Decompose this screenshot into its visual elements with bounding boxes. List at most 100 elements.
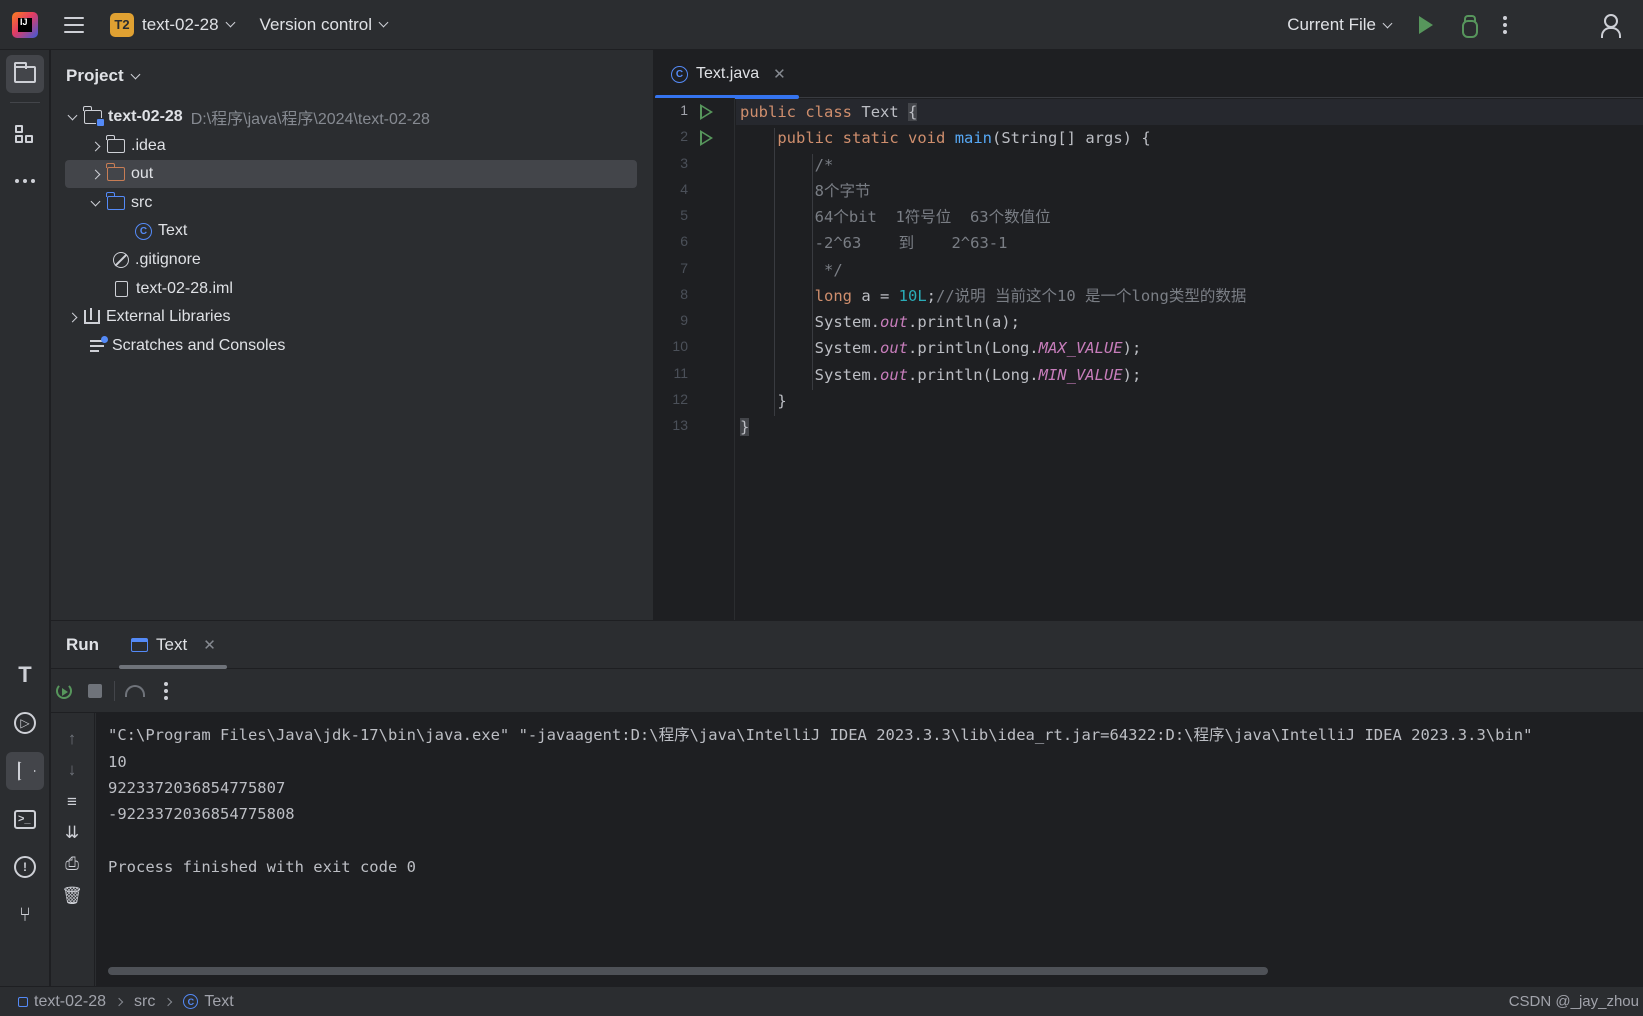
console-line: Process finished with exit code 0	[108, 858, 416, 876]
chevron-down-icon	[225, 17, 235, 28]
expand-arrow-icon[interactable]	[67, 110, 78, 120]
line-number: 5	[680, 207, 688, 223]
more-options-button[interactable]	[155, 680, 177, 702]
console-line: 10	[108, 753, 127, 771]
project-tool-button[interactable]	[6, 55, 44, 93]
run-tab-label: Text	[156, 635, 188, 654]
more-actions-icon[interactable]	[1503, 16, 1507, 34]
strip-divider	[10, 102, 40, 103]
tree-item-label: Text	[158, 222, 188, 239]
line-number: 10	[672, 338, 688, 354]
breadcrumb-project[interactable]: text-02-28	[34, 993, 106, 1011]
intellij-logo-icon: IJ	[12, 11, 38, 38]
project-switcher[interactable]: text-02-28	[142, 15, 235, 35]
collapse-arrow-icon[interactable]	[67, 312, 78, 322]
module-file-icon	[115, 281, 128, 297]
line-number: 12	[672, 391, 688, 407]
line-number: 7	[680, 260, 688, 276]
scroll-to-end-icon[interactable]: ⇊	[61, 822, 83, 844]
add-user-icon[interactable]	[1601, 14, 1623, 38]
close-icon[interactable]: ✕	[203, 636, 216, 654]
main-menu-icon[interactable]	[64, 16, 84, 33]
rerun-button[interactable]	[53, 680, 75, 702]
collapse-arrow-icon[interactable]	[90, 169, 101, 179]
code-line-11: System.out.println(Long.MIN_VALUE);	[814, 366, 1142, 384]
print-icon[interactable]: ⎙	[61, 853, 83, 875]
run-icon[interactable]	[1419, 16, 1433, 34]
line-number: 11	[673, 365, 688, 381]
scratches-icon	[90, 336, 108, 353]
project-panel-header[interactable]: Project	[66, 66, 141, 86]
tree-item-label: out	[131, 165, 154, 182]
run-tab-text[interactable]: Text ✕	[119, 621, 227, 669]
tool-window-strip: T ▷ >_ ! ⑂	[0, 50, 50, 986]
expand-arrow-icon[interactable]	[90, 196, 101, 206]
soft-wrap-icon[interactable]: ≡	[61, 791, 83, 813]
structure-tool-button[interactable]	[6, 116, 44, 154]
tree-root[interactable]: text-02-28 D:\程序\java\程序\2024\text-02-28	[65, 103, 637, 131]
tree-item-label: External Libraries	[106, 308, 231, 325]
vcs-menu[interactable]: Version control	[259, 14, 389, 35]
toolbar-divider	[114, 681, 115, 701]
stop-icon	[88, 684, 102, 698]
java-class-icon: C	[671, 65, 688, 83]
tree-item-scratches[interactable]: Scratches and Consoles	[65, 332, 637, 360]
line-number: 3	[680, 155, 688, 171]
run-config-selector[interactable]: Current File	[1287, 15, 1393, 35]
java-class-icon: C	[183, 994, 199, 1009]
debug-icon[interactable]	[1459, 15, 1478, 38]
console-side-toolbar: ↑ ↓ ≡ ⇊ ⎙ 🗑	[51, 713, 95, 987]
gauge-icon	[125, 685, 145, 697]
tree-item-src[interactable]: src	[65, 189, 637, 217]
tree-item-out[interactable]: out	[65, 160, 637, 188]
line-number: 2	[680, 128, 688, 144]
status-bar: text-02-28 src C Text CSDN @_jay_zhou	[0, 986, 1643, 1016]
horizontal-scrollbar[interactable]	[108, 967, 1268, 975]
module-folder-icon	[83, 106, 105, 127]
problems-tool-button[interactable]: !	[6, 848, 44, 886]
code-area[interactable]: public class Text { public static void m…	[736, 98, 1643, 620]
run-panel: Run Text ✕ ↑ ↓ ≡ ⇊ ⎙ 🗑 "C:\Program Files…	[51, 620, 1643, 987]
library-icon	[84, 308, 100, 324]
code-line-6: -2^63 到 2^63-1	[814, 234, 1008, 252]
scroll-down-icon[interactable]: ↓	[61, 759, 83, 781]
console-line: "C:\Program Files\Java\jdk-17\bin\java.e…	[108, 726, 1533, 744]
editor-tab-text-java[interactable]: C Text.java ✕	[655, 50, 799, 99]
run-gutter-icon[interactable]	[700, 104, 713, 120]
git-branch-icon: ⑂	[19, 903, 31, 926]
code-line-13: }	[740, 418, 750, 436]
collapse-arrow-icon[interactable]	[90, 141, 101, 151]
run-panel-title: Run	[66, 635, 100, 654]
vcs-menu-label: Version control	[259, 14, 372, 34]
code-line-3: /*	[814, 156, 834, 174]
more-tools-button[interactable]	[6, 162, 44, 200]
tree-item-text-class[interactable]: C Text	[65, 217, 637, 245]
git-tool-button[interactable]: ⑂	[6, 896, 44, 934]
build-tool-button[interactable]: T	[6, 656, 44, 694]
close-icon[interactable]: ✕	[773, 65, 786, 83]
run-gutter-icon[interactable]	[700, 130, 713, 146]
terminal-tool-button[interactable]: >_	[6, 800, 44, 838]
breadcrumb-text[interactable]: Text	[204, 993, 233, 1011]
run-tool-button[interactable]	[6, 752, 44, 790]
hammer-icon: T	[18, 662, 32, 687]
line-number: 1	[680, 102, 688, 118]
code-line-4: 8个字节	[814, 182, 871, 200]
profiler-button[interactable]	[124, 680, 146, 702]
console-output[interactable]: "C:\Program Files\Java\jdk-17\bin\java.e…	[96, 713, 1643, 987]
tree-item-gitignore[interactable]: .gitignore	[65, 246, 637, 274]
stop-button[interactable]	[84, 680, 106, 702]
root-name: text-02-28	[108, 108, 183, 125]
run-config-label: Current File	[1287, 15, 1376, 34]
scroll-up-icon[interactable]: ↑	[61, 728, 83, 750]
ignore-file-icon	[113, 252, 129, 268]
trash-icon[interactable]: 🗑	[61, 885, 83, 907]
tree-item-idea[interactable]: .idea	[65, 132, 637, 160]
tree-item-iml[interactable]: text-02-28.iml	[65, 275, 637, 303]
line-number: 13	[672, 417, 688, 433]
tree-item-external-libraries[interactable]: External Libraries	[65, 303, 637, 331]
breadcrumb-src[interactable]: src	[134, 993, 155, 1011]
services-tool-button[interactable]: ▷	[6, 704, 44, 742]
folder-icon	[14, 61, 36, 83]
source-folder-icon	[106, 192, 125, 210]
